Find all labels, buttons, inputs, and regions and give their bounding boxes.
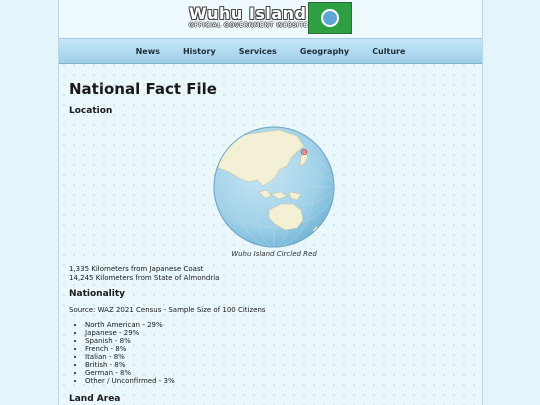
site-title[interactable]: Wuhu Island bbox=[189, 4, 307, 23]
list-item: North American - 29% bbox=[85, 321, 175, 329]
nav-culture[interactable]: Culture bbox=[372, 40, 405, 63]
nav-services[interactable]: Services bbox=[239, 40, 277, 63]
nationality-list: North American - 29% Japanese - 29% Span… bbox=[69, 321, 175, 385]
nationality-heading: Nationality bbox=[69, 289, 125, 299]
list-item: Other / Unconfirmed - 3% bbox=[85, 377, 175, 385]
nav-news[interactable]: News bbox=[136, 40, 160, 63]
census-source: Source: WAZ 2021 Census - Sample Size of… bbox=[69, 306, 266, 314]
page-container: Wuhu Island OFFICIAL GOVERNMENT WEBSITE … bbox=[58, 0, 483, 405]
nav-geography[interactable]: Geography bbox=[300, 40, 349, 63]
flag-icon bbox=[308, 2, 352, 34]
list-item: Italian - 8% bbox=[85, 353, 175, 361]
site-banner: Wuhu Island OFFICIAL GOVERNMENT WEBSITE bbox=[59, 0, 482, 37]
distance-japan: 1,335 Kilometers from Japanese Coast bbox=[69, 265, 204, 273]
list-item: British - 8% bbox=[85, 361, 175, 369]
location-globe-map bbox=[209, 122, 339, 252]
list-item: French - 8% bbox=[85, 345, 175, 353]
distance-almondria: 14,245 Kilometers from State of Almondri… bbox=[69, 274, 220, 282]
list-item: Spanish - 8% bbox=[85, 337, 175, 345]
main-nav: News History Services Geography Culture bbox=[59, 38, 482, 64]
page-title: National Fact File bbox=[69, 80, 217, 98]
map-caption: Wuhu Island Circled Red bbox=[231, 250, 317, 258]
location-heading: Location bbox=[69, 106, 113, 116]
list-item: Japanese - 29% bbox=[85, 329, 175, 337]
list-item: German - 8% bbox=[85, 369, 175, 377]
land-area-heading: Land Area bbox=[69, 394, 121, 404]
globe-image bbox=[213, 126, 335, 248]
flag-emblem bbox=[321, 9, 339, 27]
site-subtitle: OFFICIAL GOVERNMENT WEBSITE bbox=[189, 22, 309, 29]
nav-history[interactable]: History bbox=[183, 40, 216, 63]
